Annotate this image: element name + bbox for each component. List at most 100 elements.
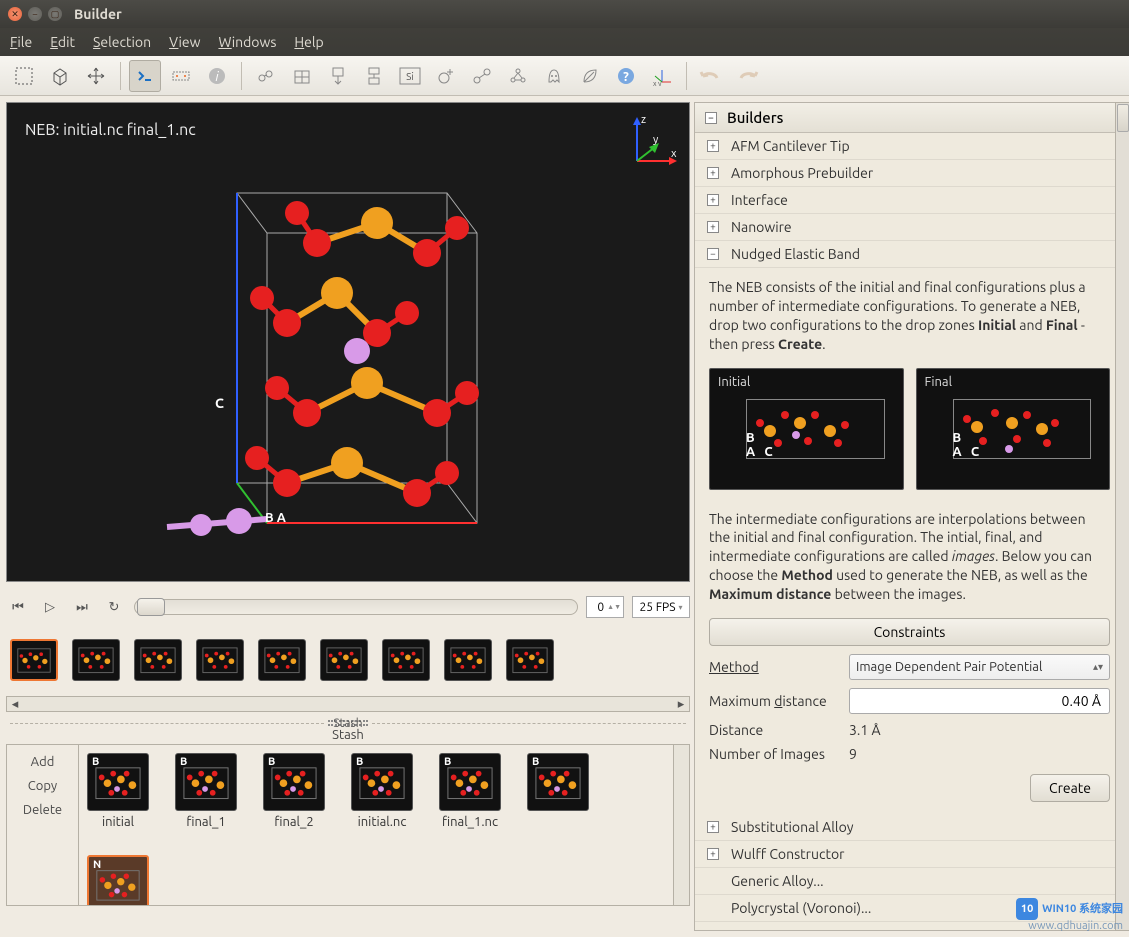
rotate-icon[interactable] [358,60,390,92]
ab-axis-label: B A [265,511,286,525]
builder-item[interactable]: +Interface [695,187,1124,214]
watermark: 10WIN10 系统家园 www.qdhuajin.com [1016,898,1123,933]
expand-icon[interactable]: + [707,821,719,833]
builders-header[interactable]: − Builders [695,103,1124,133]
stash-scrollbar[interactable] [673,745,689,905]
ghost-icon[interactable] [538,60,570,92]
builder-item[interactable]: +Substitutional Alloy [695,814,1124,841]
skip-end-icon[interactable]: ⏭ [70,596,94,618]
nimages-value: 9 [849,746,1110,762]
menu-file[interactable]: File [10,34,32,50]
svg-text:Si: Si [406,71,414,82]
move-icon[interactable] [80,60,112,92]
frame-thumb[interactable] [320,639,368,681]
measure-icon[interactable] [165,60,197,92]
builder-item[interactable]: +Amorphous Prebuilder [695,160,1124,187]
frame-thumb[interactable] [134,639,182,681]
stash-item[interactable]: Binitial [87,753,149,829]
stash-add-button[interactable]: Add [31,755,55,769]
frame-thumbnails [6,624,690,696]
toolbar: i Si ? x y [0,56,1129,96]
expand-icon[interactable]: + [707,167,719,179]
stash-item[interactable]: B [527,753,589,829]
cell-icon[interactable] [286,60,318,92]
skip-start-icon[interactable]: ⏮ [6,596,30,618]
thumbs-scrollbar[interactable]: ◂ ▸ [6,696,690,712]
builder-item[interactable]: +AFM Cantilever Tip [695,133,1124,160]
si-cell-icon[interactable]: Si [394,60,426,92]
nimages-label: Number of Images [709,746,839,762]
atoms-icon[interactable] [250,60,282,92]
panel-scrollbar[interactable] [1115,102,1129,931]
add-atom-icon[interactable] [430,60,462,92]
menu-windows[interactable]: Windows [218,34,276,50]
svg-text:x y: x y [653,80,662,86]
redo-icon[interactable] [731,60,763,92]
stash-panel: Add Copy Delete Binitial Bfinal_1 Bfinal_2… [6,744,690,906]
method-label: Method [709,659,839,675]
bond-icon[interactable] [466,60,498,92]
stash-item[interactable]: Bfinal_1 [175,753,237,829]
help-bubble-icon[interactable]: ? [610,60,642,92]
terminal-icon[interactable] [129,60,161,92]
viewport-3d[interactable]: NEB: initial.nc final_1.nc z x y [6,102,690,582]
chevron-updown-icon: ▴▾ [1093,661,1103,673]
fps-dropdown[interactable]: 25 FPS▾ [632,596,690,618]
titlebar: ✕ – ▢ Builder [0,0,1129,28]
menu-help[interactable]: Help [294,34,323,50]
expand-icon[interactable]: + [707,848,719,860]
undo-icon[interactable] [695,60,727,92]
distance-label: Distance [709,722,839,738]
builder-item[interactable]: Generic Alloy... [695,868,1124,895]
minimize-window-icon[interactable]: – [28,7,42,21]
stash-item[interactable]: Bfinal_2 [263,753,325,829]
stash-item[interactable]: Binitial.nc [351,753,413,829]
stash-title: Stash [333,717,362,730]
play-icon[interactable]: ▷ [38,596,62,618]
xyz-orient-icon[interactable]: x y [646,60,678,92]
leaf-icon[interactable] [574,60,606,92]
translate-icon[interactable] [322,60,354,92]
frame-thumb[interactable] [258,639,306,681]
stash-item[interactable]: N [87,855,149,905]
frame-spinbox[interactable]: 0▲▼ [586,596,624,618]
menu-edit[interactable]: Edit [50,34,75,50]
frame-thumb[interactable] [196,639,244,681]
info-icon[interactable]: i [201,60,233,92]
expand-icon[interactable]: + [707,140,719,152]
frame-slider[interactable] [134,599,578,615]
builder-neb[interactable]: − Nudged Elastic Band [695,241,1124,268]
loop-icon[interactable]: ↻ [102,596,126,618]
maximize-window-icon[interactable]: ▢ [48,7,62,21]
dropzone-final[interactable]: Final BA C [916,368,1111,490]
select-rect-icon[interactable] [8,60,40,92]
stash-copy-button[interactable]: Copy [28,779,57,793]
builder-item[interactable]: +Nanowire [695,214,1124,241]
builder-item[interactable]: +Wulff Constructor [695,841,1124,868]
collapse-icon[interactable]: − [707,248,719,260]
group-icon[interactable] [502,60,534,92]
frame-thumb[interactable] [10,639,58,681]
window-title: Builder [74,6,122,22]
frame-thumb[interactable] [506,639,554,681]
menu-selection[interactable]: Selection [93,34,151,50]
collapse-icon[interactable]: − [705,112,717,124]
close-window-icon[interactable]: ✕ [8,7,22,21]
stash-delete-button[interactable]: Delete [23,803,62,817]
frame-thumb[interactable] [444,639,492,681]
frame-thumb[interactable] [72,639,120,681]
method-select[interactable]: Image Dependent Pair Potential▴▾ [849,654,1110,680]
maxdist-input[interactable] [849,688,1110,714]
constraints-button[interactable]: Constraints [709,618,1110,646]
menu-view[interactable]: View [169,34,200,50]
cube-icon[interactable] [44,60,76,92]
scroll-left-icon[interactable]: ◂ [7,697,23,711]
create-button[interactable]: Create [1030,774,1110,802]
expand-icon[interactable]: + [707,221,719,233]
frame-thumb[interactable] [382,639,430,681]
scroll-right-icon[interactable]: ▸ [673,697,689,711]
molecule-render [7,103,687,583]
dropzone-initial[interactable]: Initial BA C [709,368,904,490]
expand-icon[interactable]: + [707,194,719,206]
stash-item[interactable]: Bfinal_1.nc [439,753,501,829]
